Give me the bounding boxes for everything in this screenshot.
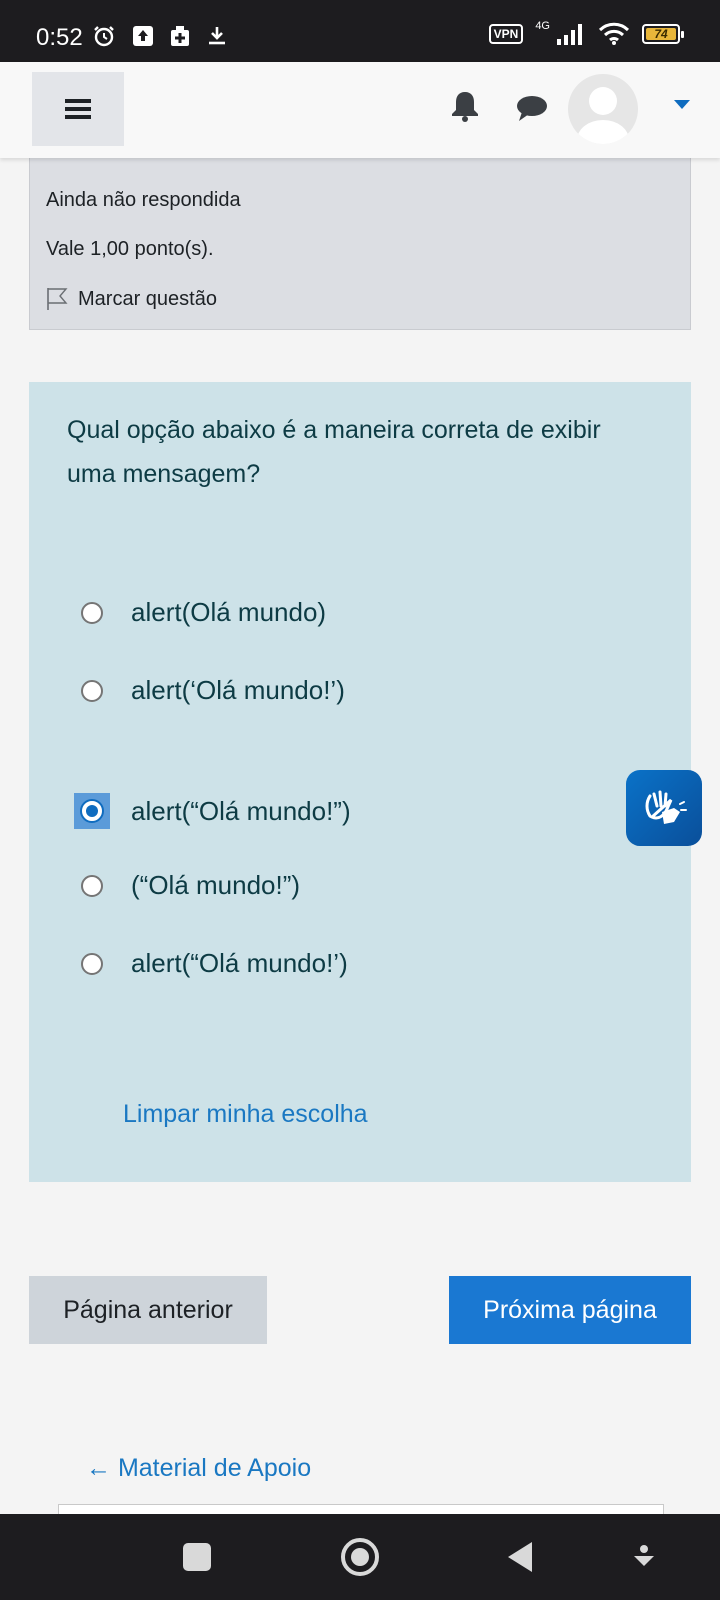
radio-button-selected[interactable] [80,799,104,823]
home-button[interactable] [341,1538,379,1576]
flag-question-label: Marcar questão [78,287,217,310]
notifications-button[interactable] [450,90,480,127]
question-text: Qual opção abaixo é a maneira correta de… [67,416,601,488]
wifi-icon [598,22,630,45]
answer-option[interactable]: alert(“Olá mundo!’) [81,948,348,979]
upload-icon [133,26,153,46]
answer-option-label: (“Olá mundo!”) [131,870,301,900]
caret-down-icon[interactable] [674,100,690,109]
question-status: Ainda não respondida [46,189,241,211]
question-content: Qual opção abaixo é a maneira correta de… [29,382,691,1182]
radio-button[interactable] [81,601,103,624]
answer-option-selected[interactable]: alert(“Olá mundo!”) [74,793,351,829]
clear-choice-link[interactable]: Limpar minha escolha [123,1100,368,1129]
system-navigation-bar [0,1514,720,1600]
answer-option[interactable]: alert(Olá mundo) [81,597,326,628]
question-info-box: Ainda não respondida Vale 1,00 ponto(s).… [29,140,691,330]
answer-option-label: alert(Olá mundo) [131,597,327,627]
signal-icon [557,24,582,45]
answer-option-label: alert(“Olá mundo!”) [131,795,351,826]
battery-level: 74 [654,27,668,41]
bell-icon [452,92,478,122]
radio-focus-ring[interactable] [74,793,110,829]
flag-question-button[interactable]: Marcar questão [46,287,217,311]
previous-page-button[interactable]: Página anterior [29,1276,267,1344]
answer-option[interactable]: alert(‘Olá mundo!’) [81,675,345,706]
battery-icon: 74 [642,24,684,44]
radio-button[interactable] [81,952,103,975]
answer-option[interactable]: (“Olá mundo!”) [81,870,300,901]
menu-button[interactable] [32,72,124,146]
download-icon [209,27,225,45]
status-icons-left [92,24,228,48]
status-bar: 0:52 VPN 4G 74 [0,0,720,62]
status-icons-right: VPN 4G 74 [488,20,684,46]
hide-navbar-button[interactable] [632,1544,656,1575]
user-avatar[interactable] [568,74,638,144]
messages-button[interactable] [516,94,548,127]
medkit-icon [171,26,189,46]
sign-language-button[interactable] [626,770,702,846]
network-type: 4G [535,20,550,32]
user-avatar-icon [577,87,629,144]
answer-option-label: alert(‘Olá mundo!’) [131,675,345,705]
alarm-icon [94,26,114,47]
flag-icon [47,288,68,310]
question-points: Vale 1,00 ponto(s). [46,238,214,260]
radio-button[interactable] [81,874,103,897]
top-navbar [0,62,720,158]
material-de-apoio-link[interactable]: ← Material de Apoio [86,1454,311,1483]
recents-button[interactable] [183,1543,211,1571]
hamburger-icon [65,99,91,119]
status-time: 0:52 [36,24,83,51]
next-page-button[interactable]: Próxima página [449,1276,691,1344]
chevron-down-icon [634,1545,654,1566]
hands-icon [645,790,687,824]
back-button[interactable] [508,1542,532,1572]
answer-option-label: alert(“Olá mundo!’) [131,948,348,978]
vpn-badge: VPN [488,24,524,44]
chat-icon [517,96,547,121]
radio-button[interactable] [81,679,103,702]
